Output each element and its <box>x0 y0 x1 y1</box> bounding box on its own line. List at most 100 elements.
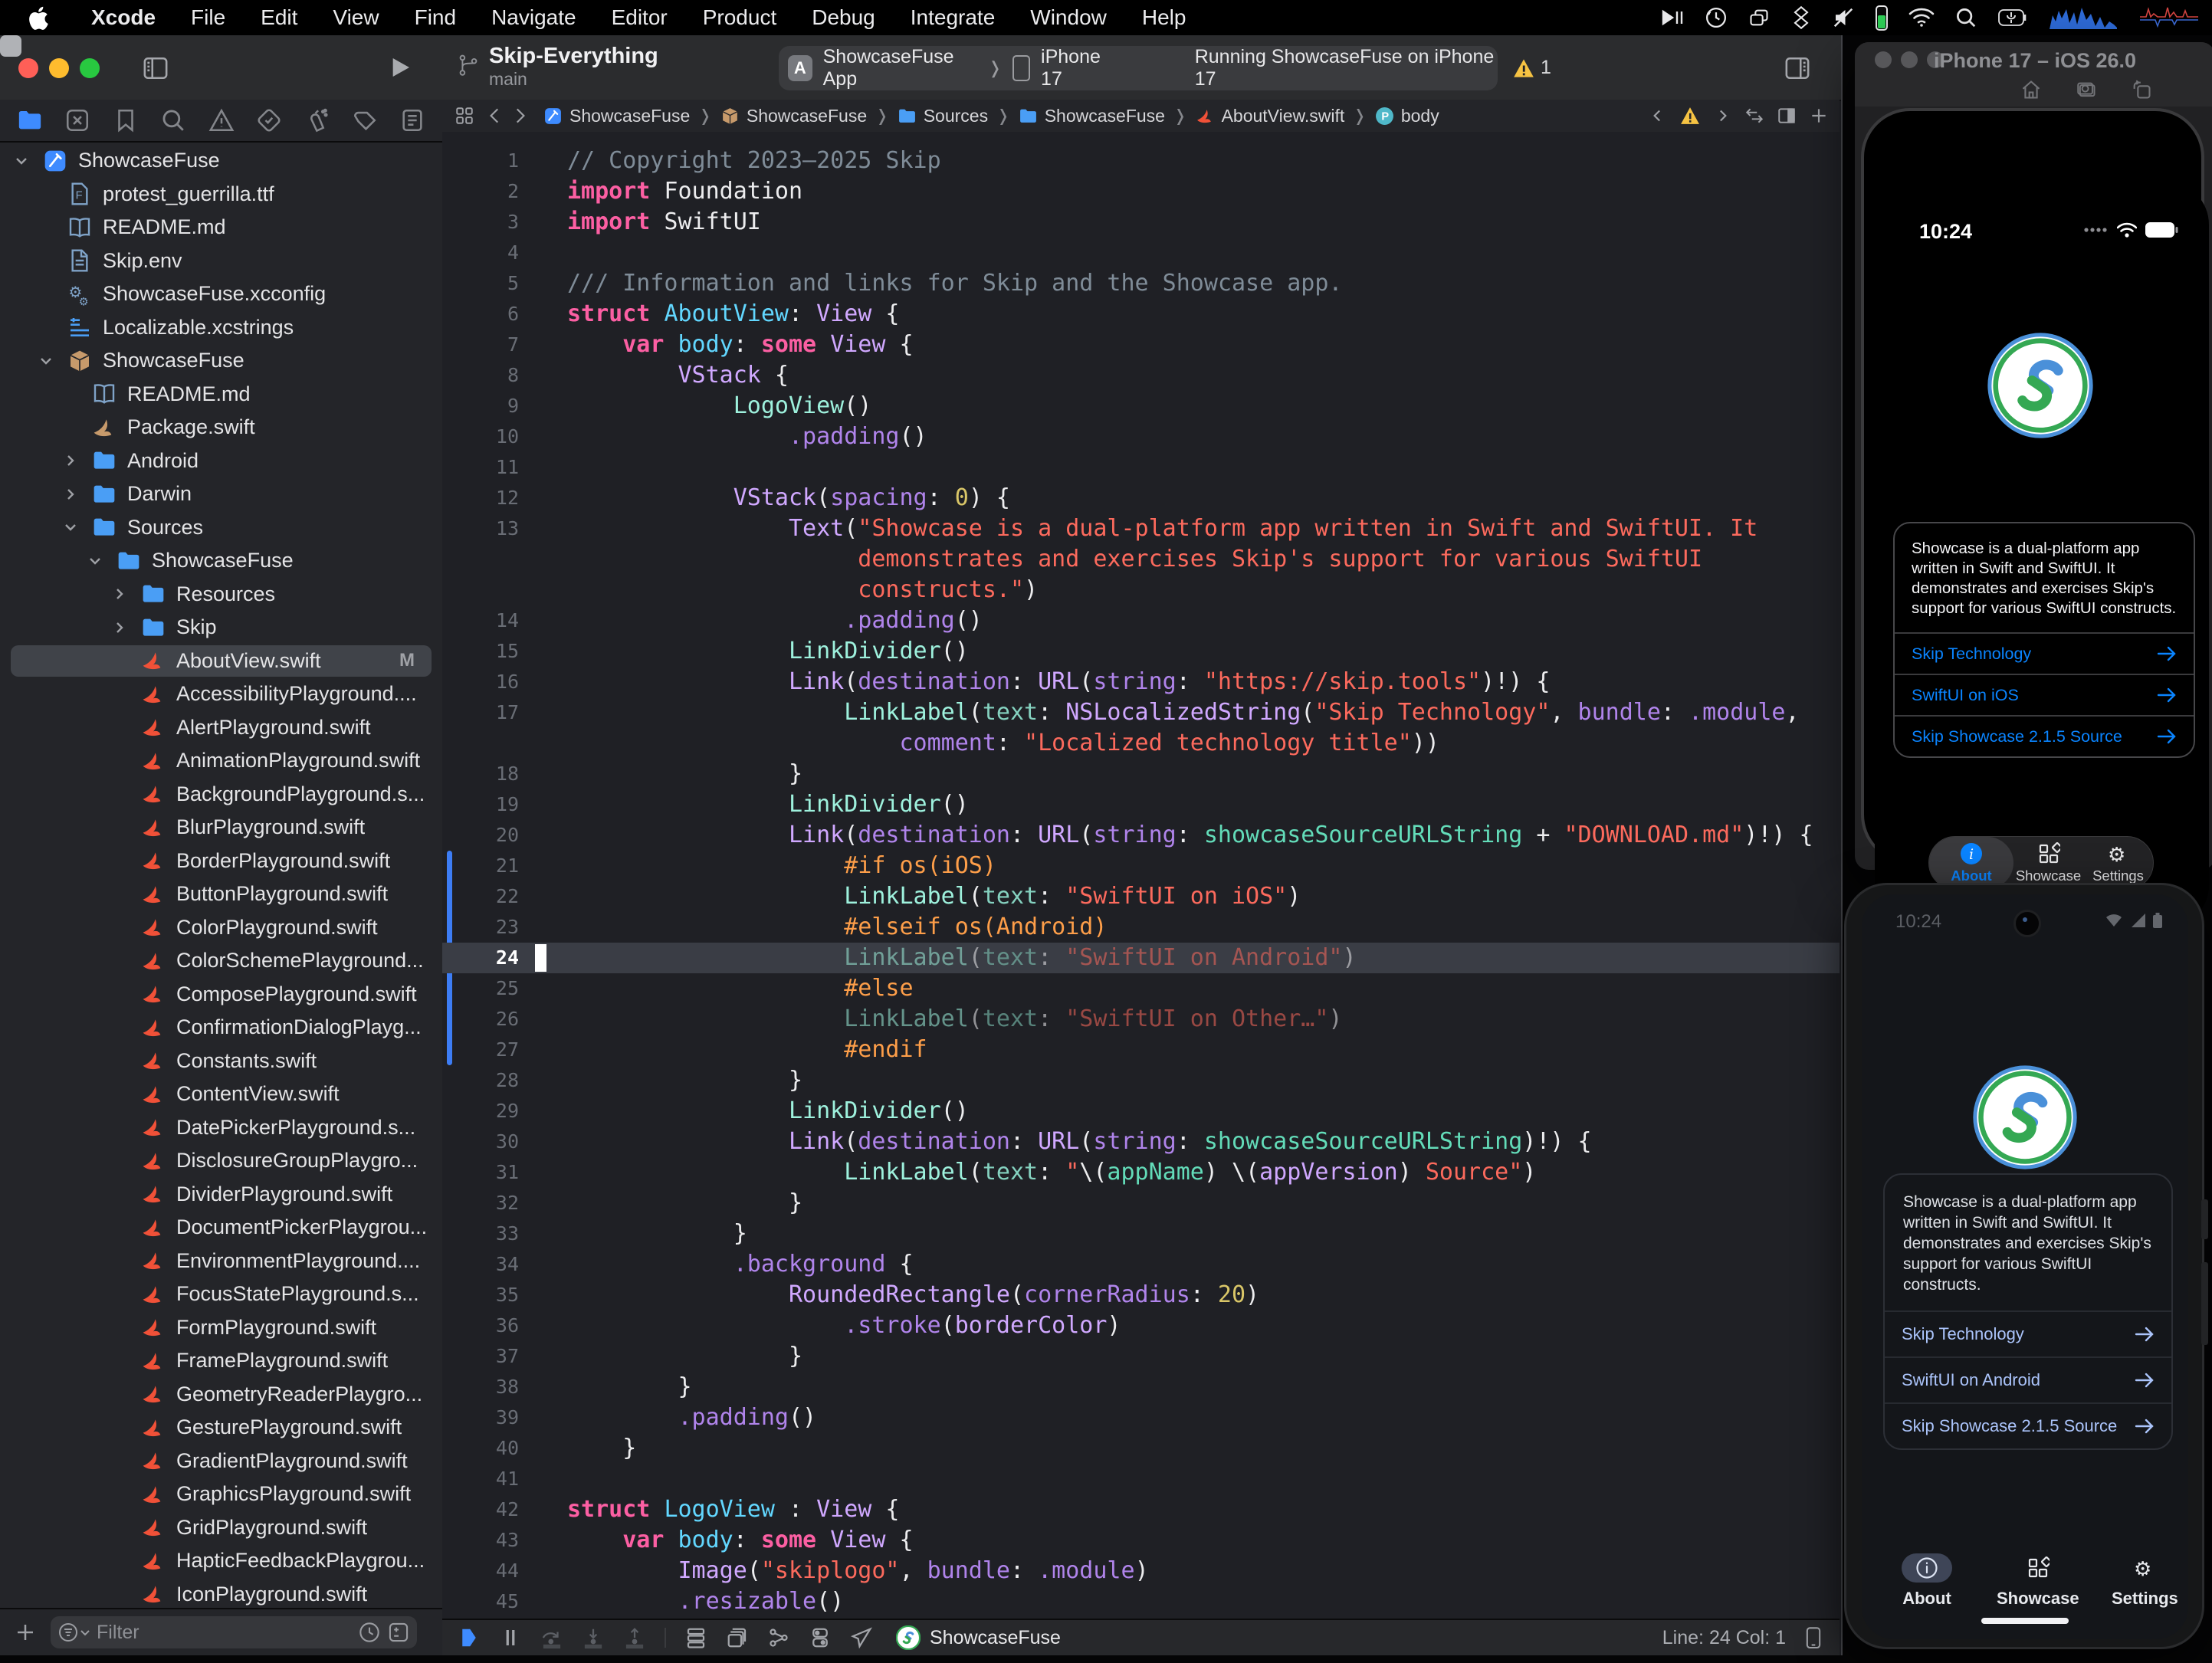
window-close-button[interactable] <box>18 58 38 78</box>
disclosure-closed-icon[interactable] <box>112 620 127 635</box>
navigator-tab-find[interactable] <box>160 107 186 133</box>
ios-link-skip-technology[interactable]: Skip Technology <box>1895 632 2194 674</box>
disclosure-open-icon[interactable] <box>38 353 54 369</box>
tree-item-android[interactable]: Android <box>0 444 442 478</box>
media-play-pause-icon[interactable] <box>1656 5 1689 31</box>
tree-item-readme-md[interactable]: README.md <box>0 378 442 412</box>
tree-item-gestureplayground-swift[interactable]: GesturePlayground.swift <box>0 1411 442 1445</box>
tree-item-geometryreaderplaygro[interactable]: GeometryReaderPlaygro... <box>0 1378 442 1412</box>
inspector-toggle-icon[interactable] <box>1784 55 1810 80</box>
menu-item-navigate[interactable]: Navigate <box>474 0 594 35</box>
stage-manager-icon[interactable] <box>1786 5 1817 31</box>
breadcrumb-showcasefuse[interactable]: ShowcaseFuse <box>1019 106 1165 126</box>
environment-overrides-icon[interactable] <box>809 1626 832 1649</box>
tree-item-animationplayground-swift[interactable]: AnimationPlayground.swift <box>0 744 442 778</box>
stop-button[interactable] <box>0 35 21 57</box>
add-editor-icon[interactable] <box>1809 106 1829 126</box>
tree-item-readme-md[interactable]: README.md <box>0 211 442 244</box>
tree-item-protest-guerrilla-ttf[interactable]: Fprotest_guerrilla.ttf <box>0 178 442 212</box>
memory-graph-icon[interactable] <box>767 1626 790 1649</box>
menu-item-help[interactable]: Help <box>1124 0 1204 35</box>
tree-item-blurplayground-swift[interactable]: BlurPlayground.swift <box>0 811 442 845</box>
wifi-icon[interactable] <box>1904 5 1939 31</box>
menu-item-debug[interactable]: Debug <box>794 0 893 35</box>
sim-rotate-icon[interactable] <box>2131 79 2152 100</box>
ios-link-skip-showcase-2-1-5-source[interactable]: Skip Showcase 2.1.5 Source <box>1895 715 2194 756</box>
menu-item-product[interactable]: Product <box>685 0 795 35</box>
next-issue-icon[interactable] <box>1712 106 1732 126</box>
displays-icon[interactable] <box>1743 5 1775 31</box>
tree-item-buttonplayground-swift[interactable]: ButtonPlayground.swift <box>0 877 442 911</box>
android-link-swiftui-on-android[interactable]: SwiftUI on Android <box>1885 1356 2171 1402</box>
menu-item-editor[interactable]: Editor <box>594 0 685 35</box>
navigator-toggle-icon[interactable] <box>143 55 169 80</box>
ios-tab-about[interactable]: iAbout <box>1929 837 2013 889</box>
sim-home-icon[interactable] <box>2020 79 2042 100</box>
simulator-title-bar[interactable]: iPhone 17 – iOS 26.0 <box>1855 42 2212 107</box>
back-icon[interactable] <box>485 106 505 126</box>
editor-options-icon[interactable] <box>1777 106 1797 126</box>
tree-item-skip[interactable]: Skip <box>0 611 442 645</box>
power-icon[interactable] <box>1993 5 2033 31</box>
tree-item-aboutview-swift[interactable]: AboutView.swiftM <box>0 645 442 678</box>
cpu-graph-icon[interactable] <box>2043 5 2123 31</box>
ios-tab-showcase[interactable]: Showcase <box>2013 842 2083 884</box>
running-app-indicator[interactable]: ShowcaseFuse <box>896 1625 1061 1650</box>
layers-icon[interactable] <box>726 1626 749 1649</box>
tree-item-focusstateplayground-s[interactable]: FocusStatePlayground.s... <box>0 1278 442 1311</box>
menu-item-find[interactable]: Find <box>397 0 474 35</box>
recent-files-icon[interactable] <box>359 1622 380 1643</box>
tree-item-sources[interactable]: Sources <box>0 511 442 545</box>
window-zoom-button[interactable] <box>80 58 100 78</box>
android-home-indicator[interactable] <box>1981 1618 2069 1624</box>
ios-tab-settings[interactable]: ⚙Settings <box>2083 842 2153 884</box>
android-tab-settings[interactable]: ⚙Settings <box>2112 1553 2178 1609</box>
tree-item-showcasefuse[interactable]: ShowcaseFuse <box>0 344 442 378</box>
tree-item-showcasefuse[interactable]: ShowcaseFuse <box>0 544 442 578</box>
menu-item-edit[interactable]: Edit <box>243 0 315 35</box>
menu-item-file[interactable]: File <box>173 0 243 35</box>
tree-item-datepickerplayground-s[interactable]: DatePickerPlayground.s... <box>0 1111 442 1145</box>
tree-item-accessibilityplayground[interactable]: AccessibilityPlayground.... <box>0 677 442 711</box>
tree-item-skip-env[interactable]: Skip.env <box>0 244 442 278</box>
device-icon[interactable] <box>1803 1626 1824 1649</box>
run-button[interactable] <box>388 55 412 80</box>
tree-item-showcasefuse[interactable]: ShowcaseFuse <box>0 144 442 178</box>
scheme-name[interactable]: ShowcaseFuse App <box>823 46 980 90</box>
breadcrumb-sources[interactable]: Sources <box>898 106 988 126</box>
tree-item-confirmationdialogplayg[interactable]: ConfirmationDialogPlayg... <box>0 1011 442 1045</box>
tree-item-gradientplayground-swift[interactable]: GradientPlayground.swift <box>0 1445 442 1478</box>
tree-item-environmentplayground[interactable]: EnvironmentPlayground.... <box>0 1245 442 1278</box>
tree-item-formplayground-swift[interactable]: FormPlayground.swift <box>0 1311 442 1345</box>
tree-item-contentview-swift[interactable]: ContentView.swift <box>0 1078 442 1111</box>
tree-item-showcasefuse-xcconfig[interactable]: ⚙⚙ShowcaseFuse.xcconfig <box>0 277 442 311</box>
tree-item-composeplayground-swift[interactable]: ComposePlayground.swift <box>0 978 442 1012</box>
code-area[interactable]: 1// Copyright 2023–2025 Skip2import Foun… <box>442 132 1840 1620</box>
apple-menu-icon[interactable] <box>29 5 52 31</box>
code-review-icon[interactable] <box>1744 106 1764 126</box>
tree-item-colorplayground-swift[interactable]: ColorPlayground.swift <box>0 911 442 945</box>
sim-screenshot-icon[interactable] <box>2076 79 2097 100</box>
tree-item-gridplayground-swift[interactable]: GridPlayground.swift <box>0 1511 442 1545</box>
breadcrumb-aboutview-swift[interactable]: AboutView.swift <box>1196 106 1345 126</box>
tree-item-colorschemeplayground[interactable]: ColorSchemePlayground... <box>0 944 442 978</box>
navigator-tab-tag[interactable] <box>352 107 378 133</box>
disclosure-closed-icon[interactable] <box>112 586 127 602</box>
network-graph-icon[interactable] <box>2134 5 2204 31</box>
tree-item-hapticfeedbackplaygrou[interactable]: HapticFeedbackPlaygrou... <box>0 1544 442 1578</box>
source-control-filter-icon[interactable] <box>388 1622 409 1643</box>
disclosure-open-icon[interactable] <box>63 520 78 535</box>
tree-item-darwin[interactable]: Darwin <box>0 477 442 511</box>
tree-item-graphicsplayground-swift[interactable]: GraphicsPlayground.swift <box>0 1478 442 1511</box>
tree-item-documentpickerplaygrou[interactable]: DocumentPickerPlaygrou... <box>0 1211 442 1245</box>
battery-vertical-icon[interactable] <box>1870 5 1893 31</box>
android-link-skip-technology[interactable]: Skip Technology <box>1885 1310 2171 1356</box>
tree-item-constants-swift[interactable]: Constants.swift <box>0 1045 442 1078</box>
iphone-screen[interactable]: 10:24 Showcase is a dual-platform app wr… <box>1875 182 2209 928</box>
tree-item-alertplayground-swift[interactable]: AlertPlayground.swift <box>0 711 442 745</box>
android-screen[interactable]: 10:24 Showcase is a dual-platform app wr… <box>1862 894 2188 1639</box>
window-minimize-button[interactable] <box>49 58 69 78</box>
disclosure-open-icon[interactable] <box>14 153 29 169</box>
filter-input[interactable]: Filter <box>51 1616 417 1648</box>
mute-icon[interactable] <box>1827 5 1859 31</box>
